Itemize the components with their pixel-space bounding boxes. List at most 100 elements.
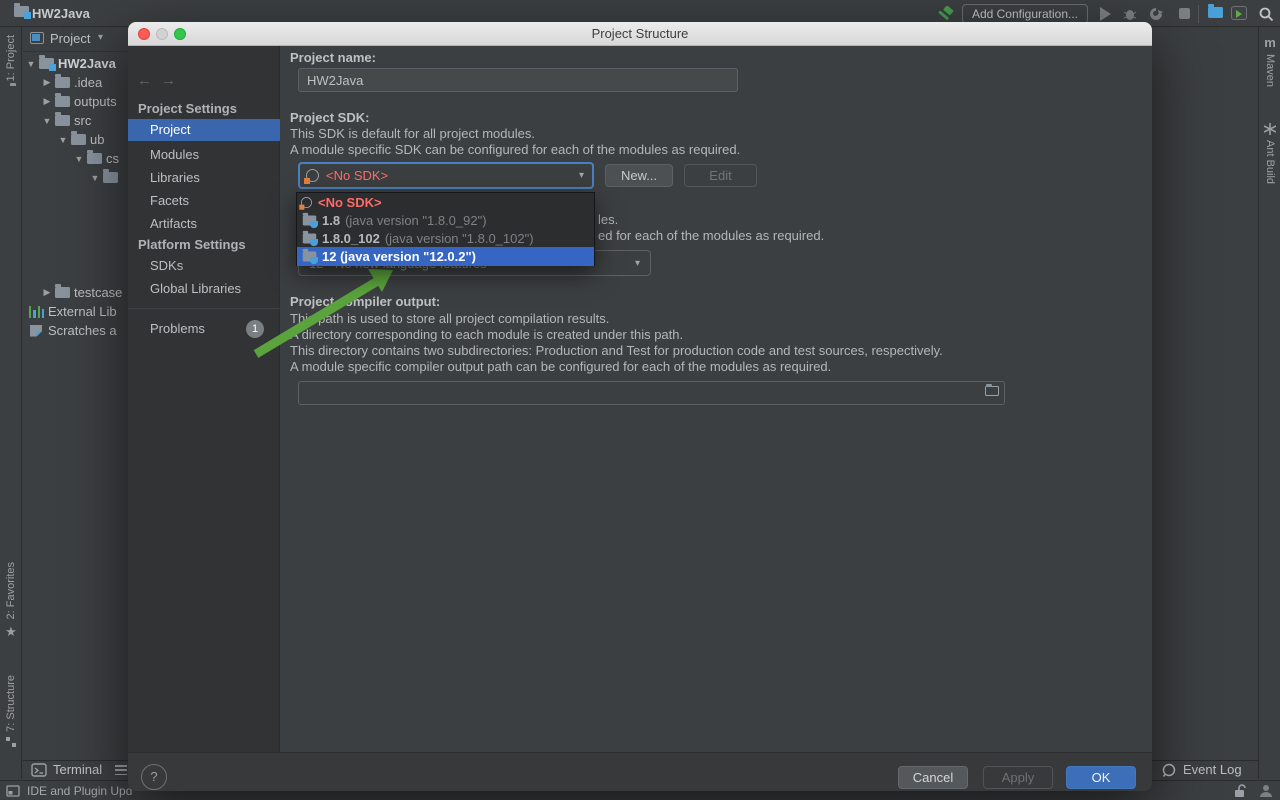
sidebar-item-project[interactable]: Project xyxy=(128,119,280,141)
zoom-traffic-light[interactable] xyxy=(174,28,186,40)
ant-icon xyxy=(1264,123,1276,135)
sdk-option-12[interactable]: 12 (java version "12.0.2") xyxy=(297,247,594,266)
sidebar-item-artifacts[interactable]: Artifacts xyxy=(128,213,280,235)
run-icon[interactable] xyxy=(1100,7,1111,21)
unlock-icon[interactable] xyxy=(1233,784,1246,798)
folder-icon xyxy=(55,115,70,126)
sdk-description-1: This SDK is default for all project modu… xyxy=(290,126,535,141)
toolwindow-toggle-icon[interactable] xyxy=(6,785,20,797)
no-sdk-icon xyxy=(301,196,312,207)
tree-row-external-libraries[interactable]: External Lib xyxy=(27,302,117,321)
project-name-input[interactable] xyxy=(298,68,738,92)
compiler-output-input[interactable] xyxy=(298,381,1005,405)
tree-row-idea[interactable]: ▶ .idea xyxy=(41,73,102,92)
tree-label: ub xyxy=(90,132,104,147)
language-level-text-fragment-1: les. xyxy=(598,212,618,227)
dialog-title: Project Structure xyxy=(128,22,1152,46)
dialog-titlebar[interactable]: Project Structure xyxy=(128,22,1152,46)
ok-button[interactable]: OK xyxy=(1066,766,1136,789)
sdk-option-1-8[interactable]: 1.8 (java version "1.8.0_92") xyxy=(297,211,594,229)
tree-row-testcase[interactable]: ▶testcase xyxy=(41,283,122,302)
forward-icon[interactable]: → xyxy=(161,72,176,89)
project-name-label: Project name: xyxy=(290,50,376,65)
tab-ant-label: Ant Build xyxy=(1264,140,1276,184)
sidebar-item-facets[interactable]: Facets xyxy=(128,190,280,212)
expand-icon[interactable]: ▶ xyxy=(41,287,53,298)
folder-icon xyxy=(103,172,118,183)
folder-icon xyxy=(71,134,86,145)
tree-row-src[interactable]: ▼src xyxy=(41,111,91,130)
sdk-option-version: (java version "1.8.0_92") xyxy=(345,213,486,228)
profiler-icon[interactable] xyxy=(1148,6,1164,22)
folder-icon xyxy=(55,287,70,298)
browse-folder-icon[interactable] xyxy=(983,386,1003,396)
stop-icon[interactable] xyxy=(1179,8,1190,19)
tree-row-outputs[interactable]: ▶ outputs xyxy=(41,92,117,111)
toolwindow-tab-structure[interactable]: 7: Structure xyxy=(0,675,22,775)
chevron-down-icon: ▾ xyxy=(579,170,584,181)
sidebar-item-libraries[interactable]: Libraries xyxy=(128,167,280,189)
tree-row-nested-folder[interactable]: ▼ xyxy=(89,168,122,187)
add-configuration-button[interactable]: Add Configuration... xyxy=(962,4,1088,24)
tree-row-hw2java[interactable]: ▼ HW2Java xyxy=(25,54,116,73)
expand-icon[interactable]: ▼ xyxy=(73,154,85,164)
project-view-icon xyxy=(30,32,44,44)
dialog-footer: ? Cancel Apply OK xyxy=(128,752,1152,791)
sdk-option-1-8-0-102[interactable]: 1.8.0_102 (java version "1.8.0_102") xyxy=(297,229,594,247)
status-message[interactable]: IDE and Plugin Upd xyxy=(27,784,132,798)
terminal-tab[interactable]: Terminal xyxy=(53,762,102,777)
project-panel-header[interactable]: Project ▾ xyxy=(23,27,128,52)
sidebar-item-modules[interactable]: Modules xyxy=(128,144,280,166)
compiler-desc-4: A module specific compiler output path c… xyxy=(290,359,831,374)
toolwindow-tab-favorites[interactable]: 2: Favorites ★ xyxy=(0,562,22,660)
toolwindow-tab-maven[interactable]: m Maven xyxy=(1259,37,1280,115)
project-sdk-combobox[interactable]: <No SDK> ▾ xyxy=(298,162,594,189)
expand-icon[interactable]: ▼ xyxy=(89,173,101,183)
expand-icon[interactable]: ▼ xyxy=(25,59,37,69)
scratches-icon xyxy=(30,325,42,337)
language-level-text-fragment-2: ed for each of the modules as required. xyxy=(598,228,824,243)
search-icon[interactable] xyxy=(1258,6,1274,22)
tree-row-ub[interactable]: ▼ ub xyxy=(57,130,104,149)
project-tab-folder-icon xyxy=(8,86,14,98)
sdk-option-name: <No SDK> xyxy=(318,195,382,210)
expand-icon[interactable]: ▼ xyxy=(41,116,53,126)
tree-label: outputs xyxy=(74,94,117,109)
chevron-down-icon: ▾ xyxy=(98,32,103,43)
apply-button[interactable]: Apply xyxy=(983,766,1053,789)
toolwindow-tab-project[interactable]: 1: Project xyxy=(0,35,22,131)
event-log-button[interactable]: Event Log xyxy=(1183,762,1242,777)
run-anything-icon[interactable] xyxy=(1231,6,1247,20)
sdk-option-no-sdk[interactable]: <No SDK> xyxy=(297,193,594,211)
java-sdk-icon xyxy=(303,233,317,243)
tree-label: Scratches a xyxy=(48,323,117,338)
sdk-option-version: (java version "1.8.0_102") xyxy=(385,231,534,246)
tree-label: .idea xyxy=(74,75,102,90)
highlighting-level-icon[interactable] xyxy=(1259,784,1273,798)
close-traffic-light[interactable] xyxy=(138,28,150,40)
expand-icon[interactable]: ▶ xyxy=(41,77,53,88)
tab-structure-label: 7: Structure xyxy=(5,675,17,732)
todo-list-icon[interactable] xyxy=(115,765,127,775)
tree-label: HW2Java xyxy=(58,56,116,71)
new-sdk-button[interactable]: New... xyxy=(605,164,673,187)
project-sdk-label: Project SDK: xyxy=(290,110,369,125)
expand-icon[interactable]: ▶ xyxy=(41,96,53,107)
minimize-traffic-light[interactable] xyxy=(156,28,168,40)
folder-icon xyxy=(55,96,70,107)
help-button[interactable]: ? xyxy=(141,764,167,790)
edit-sdk-button[interactable]: Edit xyxy=(684,164,757,187)
tree-row-scratches[interactable]: Scratches a xyxy=(27,321,117,340)
toolwindow-tab-ant[interactable]: Ant Build xyxy=(1259,123,1280,223)
sdk-description-2: A module specific SDK can be configured … xyxy=(290,142,740,157)
cancel-button[interactable]: Cancel xyxy=(898,766,968,789)
dialog-sidebar: ← → Project Settings Project Modules Lib… xyxy=(128,46,280,752)
section-platform-settings: Platform Settings xyxy=(138,237,246,252)
problems-label: Problems xyxy=(150,321,205,336)
expand-icon[interactable]: ▼ xyxy=(57,135,69,145)
debug-icon[interactable] xyxy=(1122,6,1138,22)
toolbar-divider xyxy=(1198,5,1199,23)
project-tool-icon[interactable] xyxy=(1206,7,1227,18)
back-icon[interactable]: ← xyxy=(137,72,152,89)
tree-row-cs[interactable]: ▼cs xyxy=(73,149,119,168)
